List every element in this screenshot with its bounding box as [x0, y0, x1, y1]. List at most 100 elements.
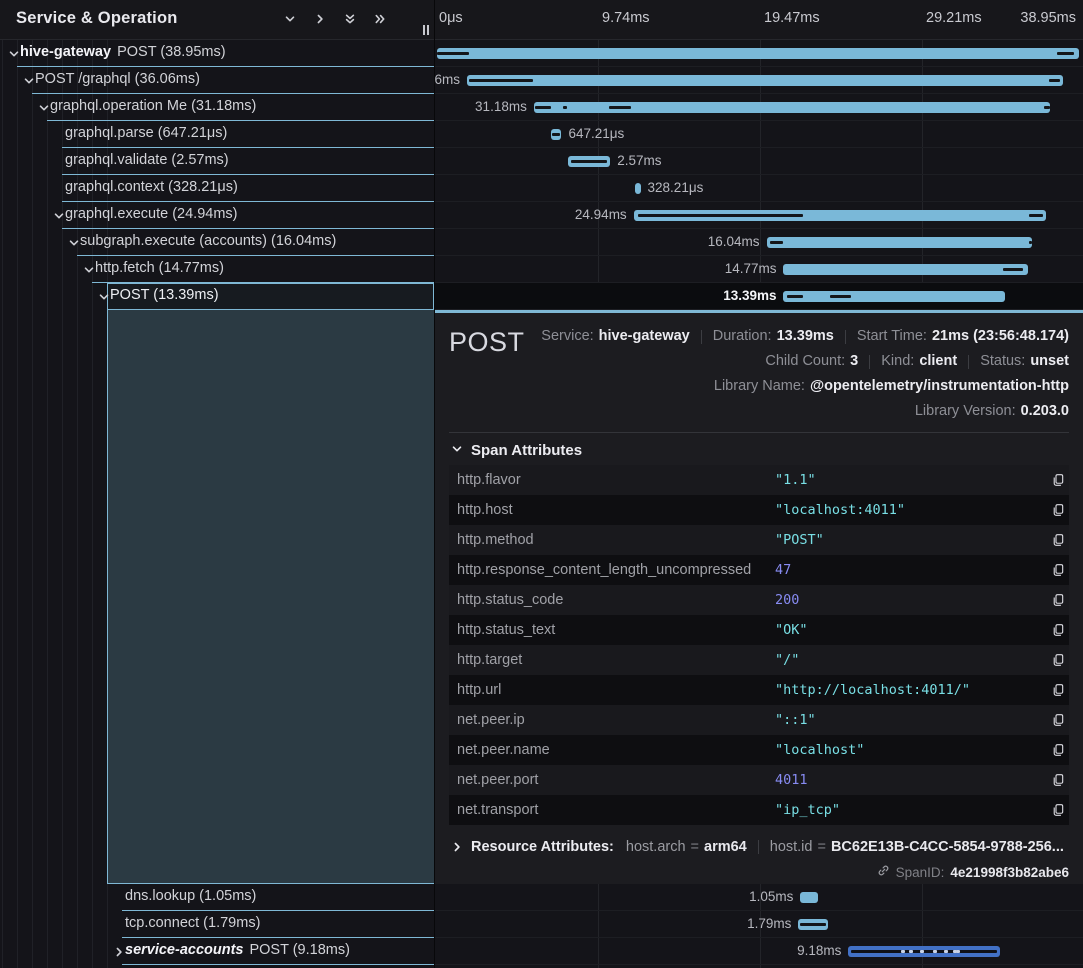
tree-row[interactable]: dns.lookup (1.05ms) — [0, 884, 434, 911]
span-attributes-toggle[interactable]: Span Attributes — [451, 442, 1069, 459]
chevron-down-icon[interactable] — [68, 237, 80, 249]
timeline-row[interactable]: 2.57ms — [435, 148, 1083, 175]
chevron-down-icon[interactable] — [83, 264, 95, 276]
tree-row[interactable]: http.fetch (14.77ms) — [0, 256, 434, 283]
panel-resize-handle[interactable] — [423, 25, 429, 35]
attribute-row: net.transport"ip_tcp" — [449, 795, 1069, 825]
span-bar[interactable] — [783, 291, 1004, 302]
chevron-down-icon[interactable] — [53, 210, 65, 222]
attribute-key: http.url — [457, 682, 775, 698]
meta-line: Library Version:0.203.0 — [915, 402, 1069, 421]
child-span-dot — [909, 950, 913, 953]
span-bar[interactable] — [551, 129, 562, 140]
attribute-key: http.status_code — [457, 592, 775, 608]
copy-icon[interactable] — [1039, 503, 1065, 517]
tree-row[interactable]: graphql.execute (24.94ms) — [0, 202, 434, 229]
copy-icon[interactable] — [1039, 743, 1065, 757]
copy-icon[interactable] — [1039, 713, 1065, 727]
meta-value: 21ms (23:56:48.174) — [932, 327, 1069, 346]
timeline-row[interactable]: 24.94ms — [435, 202, 1083, 229]
timeline-row[interactable]: 14.77ms — [435, 256, 1083, 283]
timeline-row[interactable]: 1.79ms — [435, 911, 1083, 938]
attribute-key: net.transport — [457, 802, 775, 818]
span-bar[interactable] — [534, 102, 1050, 113]
timeline-row[interactable]: 36.06ms — [435, 67, 1083, 94]
chevron-down-icon[interactable] — [8, 48, 20, 60]
resource-attributes-toggle[interactable]: Resource Attributes: host.arch=arm64host… — [449, 839, 1069, 855]
span-bar[interactable] — [767, 237, 1032, 248]
span-bar[interactable] — [437, 48, 1079, 59]
copy-icon[interactable] — [1039, 773, 1065, 787]
child-span-marker — [830, 295, 851, 298]
tree-row[interactable]: hive-gatewayPOST (38.95ms) — [0, 40, 434, 67]
span-label: hive-gatewayPOST (38.95ms) — [20, 44, 226, 60]
attribute-value: "1.1" — [775, 472, 1039, 488]
timeline-row[interactable]: 16.04ms — [435, 229, 1083, 256]
attribute-value: 47 — [775, 562, 1039, 578]
copy-icon[interactable] — [1039, 473, 1065, 487]
chevron-right-icon[interactable] — [113, 946, 125, 958]
timeline-row[interactable]: 1.05ms — [435, 884, 1083, 911]
meta-value: 3 — [850, 352, 858, 371]
timeline-row[interactable]: 647.21μs — [435, 121, 1083, 148]
copy-icon[interactable] — [1039, 683, 1065, 697]
span-duration-label: 36.06ms — [435, 72, 467, 87]
chevron-down-icon[interactable] — [38, 102, 50, 114]
ruler-tick: 9.74ms — [602, 10, 650, 26]
tree-row[interactable]: graphql.context (328.21μs) — [0, 175, 434, 202]
tree-row[interactable]: POST /graphql (36.06ms) — [0, 67, 434, 94]
meta-value: unset — [1030, 352, 1069, 371]
resource-attribute: host.arch=arm64 — [626, 839, 747, 855]
double-chevron-right-icon[interactable] — [374, 13, 386, 25]
tree-row[interactable]: graphql.operation Me (31.18ms) — [0, 94, 434, 121]
link-icon[interactable] — [877, 864, 890, 880]
meta-value: 13.39ms — [777, 327, 834, 346]
divider — [758, 840, 759, 854]
double-chevron-down-icon[interactable] — [344, 13, 356, 25]
span-bar[interactable] — [800, 892, 817, 903]
tree-row[interactable]: graphql.parse (647.21μs) — [0, 121, 434, 148]
span-bar[interactable] — [848, 946, 1000, 957]
chevron-right-icon — [451, 841, 463, 853]
timeline-row[interactable]: 13.39ms — [435, 283, 1083, 310]
span-duration-label: 14.77ms — [725, 261, 784, 276]
meta-line: Child Count:3Kind:clientStatus:unset — [765, 352, 1069, 371]
timeline-row[interactable]: 38.95ms — [435, 40, 1083, 67]
span-bar[interactable] — [783, 264, 1027, 275]
span-label: graphql.execute (24.94ms) — [65, 206, 238, 222]
span-bar[interactable] — [467, 75, 1063, 86]
tree-row[interactable]: tcp.connect (1.79ms) — [0, 911, 434, 938]
timeline-row[interactable]: 31.18ms — [435, 94, 1083, 121]
attribute-value: "localhost:4011" — [775, 502, 1039, 518]
child-span-dot — [933, 950, 937, 953]
child-span-marker — [638, 214, 803, 217]
span-duration-label: 2.57ms — [610, 153, 661, 168]
chevron-down-icon[interactable] — [284, 13, 296, 25]
chevron-down-icon[interactable] — [23, 75, 35, 87]
copy-icon[interactable] — [1039, 593, 1065, 607]
copy-icon[interactable] — [1039, 563, 1065, 577]
ruler-tick: 19.47ms — [764, 10, 820, 26]
copy-icon[interactable] — [1039, 803, 1065, 817]
tree-row[interactable]: POST (13.39ms) — [0, 283, 434, 310]
copy-icon[interactable] — [1039, 623, 1065, 637]
copy-icon[interactable] — [1039, 653, 1065, 667]
child-span-marker — [469, 79, 532, 82]
tree-row[interactable]: subgraph.execute (accounts) (16.04ms) — [0, 229, 434, 256]
child-span-marker — [1057, 52, 1074, 55]
copy-icon[interactable] — [1039, 533, 1065, 547]
attribute-value: "localhost" — [775, 742, 1039, 758]
span-bar[interactable] — [798, 919, 828, 930]
timeline-row[interactable]: 328.21μs — [435, 175, 1083, 202]
chevron-down-icon[interactable] — [98, 291, 110, 303]
meta-value: client — [919, 352, 957, 371]
timeline-row[interactable]: 9.18ms — [435, 938, 1083, 965]
span-bar[interactable] — [634, 210, 1046, 221]
tree-row[interactable]: service-accountsPOST (9.18ms) — [0, 938, 434, 965]
span-detail-meta: Service:hive-gatewayDuration:13.39msStar… — [541, 323, 1069, 421]
attribute-value: "ip_tcp" — [775, 802, 1039, 818]
span-bar[interactable] — [568, 156, 611, 167]
chevron-right-icon[interactable] — [314, 13, 326, 25]
tree-row[interactable]: graphql.validate (2.57ms) — [0, 148, 434, 175]
child-span-marker — [1029, 241, 1032, 244]
